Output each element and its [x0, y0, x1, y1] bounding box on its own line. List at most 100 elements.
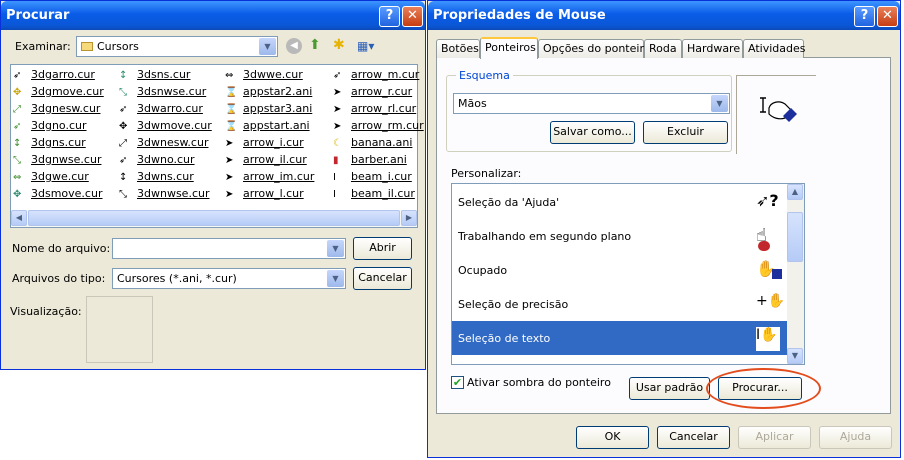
list-item-selected[interactable]: Seleção de texto I✋	[452, 321, 788, 355]
beam-cursor-icon: I	[333, 189, 336, 200]
file-item[interactable]: ↕ 3dsns.cur	[119, 68, 212, 85]
mouse-title-bar[interactable]: Propriedades de Mouse	[428, 1, 900, 30]
scheme-select[interactable]: Mãos ▼	[453, 93, 730, 114]
chevron-down-icon[interactable]: ▼	[259, 38, 276, 55]
up-folder-icon[interactable]: ⬆	[309, 37, 326, 54]
filetype-select[interactable]: Cursores (*.ani, *.cur) ▼	[112, 268, 346, 289]
file-item[interactable]: ↕ 3dwns.cur	[119, 170, 212, 187]
resize-cursor-icon: ⤡	[13, 155, 21, 166]
cancel-button[interactable]: Cancelar	[353, 267, 412, 290]
tab-buttons[interactable]: Botões	[436, 39, 480, 58]
list-item[interactable]: Ocupado ✋	[452, 253, 788, 287]
file-item[interactable]: ⇔ 3dgwe.cur	[13, 170, 104, 187]
close-title-button[interactable]: ✕	[877, 6, 898, 27]
file-item[interactable]: ⤢ 3dwnesw.cur	[119, 136, 212, 153]
tab-pointers[interactable]: Ponteiros	[480, 37, 538, 59]
file-item[interactable]: ⤢ 3dgnesw.cur	[13, 102, 104, 119]
close-title-button[interactable]: ✕	[402, 6, 423, 27]
file-item[interactable]: ⤡ 3dwnwse.cur	[119, 187, 212, 204]
help-button[interactable]: Ajuda	[819, 426, 892, 449]
file-item[interactable]: ➤ arrow_rl.cur	[333, 102, 424, 119]
chevron-down-icon[interactable]: ▼	[327, 270, 344, 287]
browse-title-bar[interactable]: Procurar	[1, 1, 425, 30]
ok-button[interactable]: OK	[576, 426, 649, 449]
list-item[interactable]: Seleção da 'Ajuda' ➶?	[452, 185, 788, 219]
arrow-cursor-icon: ➤	[333, 87, 342, 98]
help-title-button[interactable]: ?	[854, 6, 875, 27]
file-item[interactable]: ➶ 3dgno.cur	[13, 119, 104, 136]
open-button[interactable]: Abrir	[353, 237, 412, 260]
file-item[interactable]: ✥ 3dwmove.cur	[119, 119, 212, 136]
cursor-icon: ➶	[13, 121, 22, 132]
file-item[interactable]: ✥ 3dgmove.cur	[13, 85, 104, 102]
file-item[interactable]: ➶ 3dwno.cur	[119, 153, 212, 170]
new-folder-icon[interactable]: ✱	[333, 37, 350, 54]
save-as-button[interactable]: Salvar como...	[550, 121, 635, 144]
file-item[interactable]: ↕ 3dgns.cur	[13, 136, 104, 153]
shadow-checkbox[interactable]: ✔	[451, 376, 464, 389]
file-item[interactable]: ➶ arrow_m.cur	[333, 68, 424, 85]
chevron-down-icon[interactable]: ▼	[327, 240, 344, 257]
help-select-icon: ➶?	[756, 191, 779, 210]
cancel-button[interactable]: Cancelar	[657, 426, 730, 449]
tab-hardware[interactable]: Hardware	[682, 39, 743, 58]
apply-button[interactable]: Aplicar	[738, 426, 811, 449]
file-item[interactable]: ➤ arrow_il.cur	[225, 153, 314, 170]
file-item[interactable]: Ibeam_i.cur	[333, 170, 424, 187]
move-cursor-icon: ✥	[119, 121, 128, 132]
file-item[interactable]: ➤ arrow_rm.cur	[333, 119, 424, 136]
list-item[interactable]: Seleção de precisão +✋	[452, 287, 788, 321]
back-icon[interactable]: ◀	[286, 38, 302, 54]
file-item[interactable]: ⌛ appstart.ani	[225, 119, 314, 136]
file-item[interactable]: ⤡ 3dsnwse.cur	[119, 85, 212, 102]
scheme-preview	[736, 75, 816, 154]
file-item[interactable]: Ibeam_il.cur	[333, 187, 424, 204]
tab-pointer-options[interactable]: Opções do ponteiro	[538, 39, 650, 58]
customize-label: Personalizar:	[451, 167, 522, 180]
file-item[interactable]: ⤡ 3dgnwse.cur	[13, 153, 104, 170]
file-item[interactable]: ⇔ 3dwwe.cur	[225, 68, 314, 85]
chevron-down-icon[interactable]: ▼	[711, 95, 728, 112]
file-item[interactable]: ➶ 3dwarro.cur	[119, 102, 212, 119]
look-in-label: Examinar:	[15, 40, 71, 53]
scroll-thumb[interactable]	[28, 210, 400, 226]
file-item[interactable]: ⌛ appstar3.ani	[225, 102, 314, 119]
look-in-combo[interactable]: Cursors ▼	[76, 36, 278, 57]
file-item[interactable]: ➤ arrow_l.cur	[225, 187, 314, 204]
tab-activities[interactable]: Atividades	[743, 39, 805, 58]
file-item[interactable]: ➤ arrow_r.cur	[333, 85, 424, 102]
scroll-up-icon[interactable]: ▲	[787, 184, 803, 200]
precision-hand-icon: +✋	[756, 293, 786, 309]
busy-cursor-icon: ⌛	[225, 104, 238, 115]
busy-hand-icon: ✋	[756, 259, 782, 283]
filename-label: Nome do arquivo:	[12, 242, 111, 255]
help-title-button[interactable]: ?	[379, 6, 400, 27]
file-item[interactable]: ➤ arrow_i.cur	[225, 136, 314, 153]
file-item[interactable]: ✥ 3dsmove.cur	[13, 187, 104, 204]
delete-button[interactable]: Excluir	[643, 121, 728, 144]
view-menu-icon[interactable]: ▦▾	[357, 38, 381, 54]
vertical-scrollbar[interactable]: ▲ ▼	[787, 184, 804, 364]
filename-input[interactable]: ▼	[112, 238, 346, 259]
scroll-left-icon[interactable]: ◀	[11, 210, 27, 226]
no-cursor-icon: ➶	[119, 155, 128, 166]
scroll-down-icon[interactable]: ▼	[787, 348, 803, 364]
cursor-list[interactable]: Seleção da 'Ajuda' ➶? Trabalhando em seg…	[451, 183, 805, 365]
arrow-cursor-icon: ➤	[225, 172, 234, 183]
folder-icon	[81, 42, 93, 51]
resize-cursor-icon: ⤢	[13, 104, 21, 115]
busy-cursor-icon: ⌛	[225, 87, 238, 98]
scroll-right-icon[interactable]: ▶	[401, 210, 417, 226]
file-item[interactable]: ▮ barber.ani	[333, 153, 424, 170]
resize-cursor-icon: ⤢	[119, 138, 127, 149]
scroll-thumb[interactable]	[787, 212, 803, 262]
horizontal-scrollbar[interactable]: ◀ ▶	[11, 210, 417, 227]
file-list[interactable]: ➶ 3dgarro.cur ✥ 3dgmove.cur ⤢ 3dgnesw.cur ➶…	[10, 64, 424, 228]
file-item[interactable]: ➤ arrow_im.cur	[225, 170, 314, 187]
use-default-button[interactable]: Usar padrão	[629, 377, 710, 400]
tab-wheel[interactable]: Roda	[644, 39, 682, 58]
list-item[interactable]: Trabalhando em segundo plano ☝	[452, 219, 788, 253]
file-item[interactable]: ⌛ appstar2.ani	[225, 85, 314, 102]
file-item[interactable]: ➶ 3dgarro.cur	[13, 68, 104, 85]
file-item[interactable]: ☾ banana.ani	[333, 136, 424, 153]
